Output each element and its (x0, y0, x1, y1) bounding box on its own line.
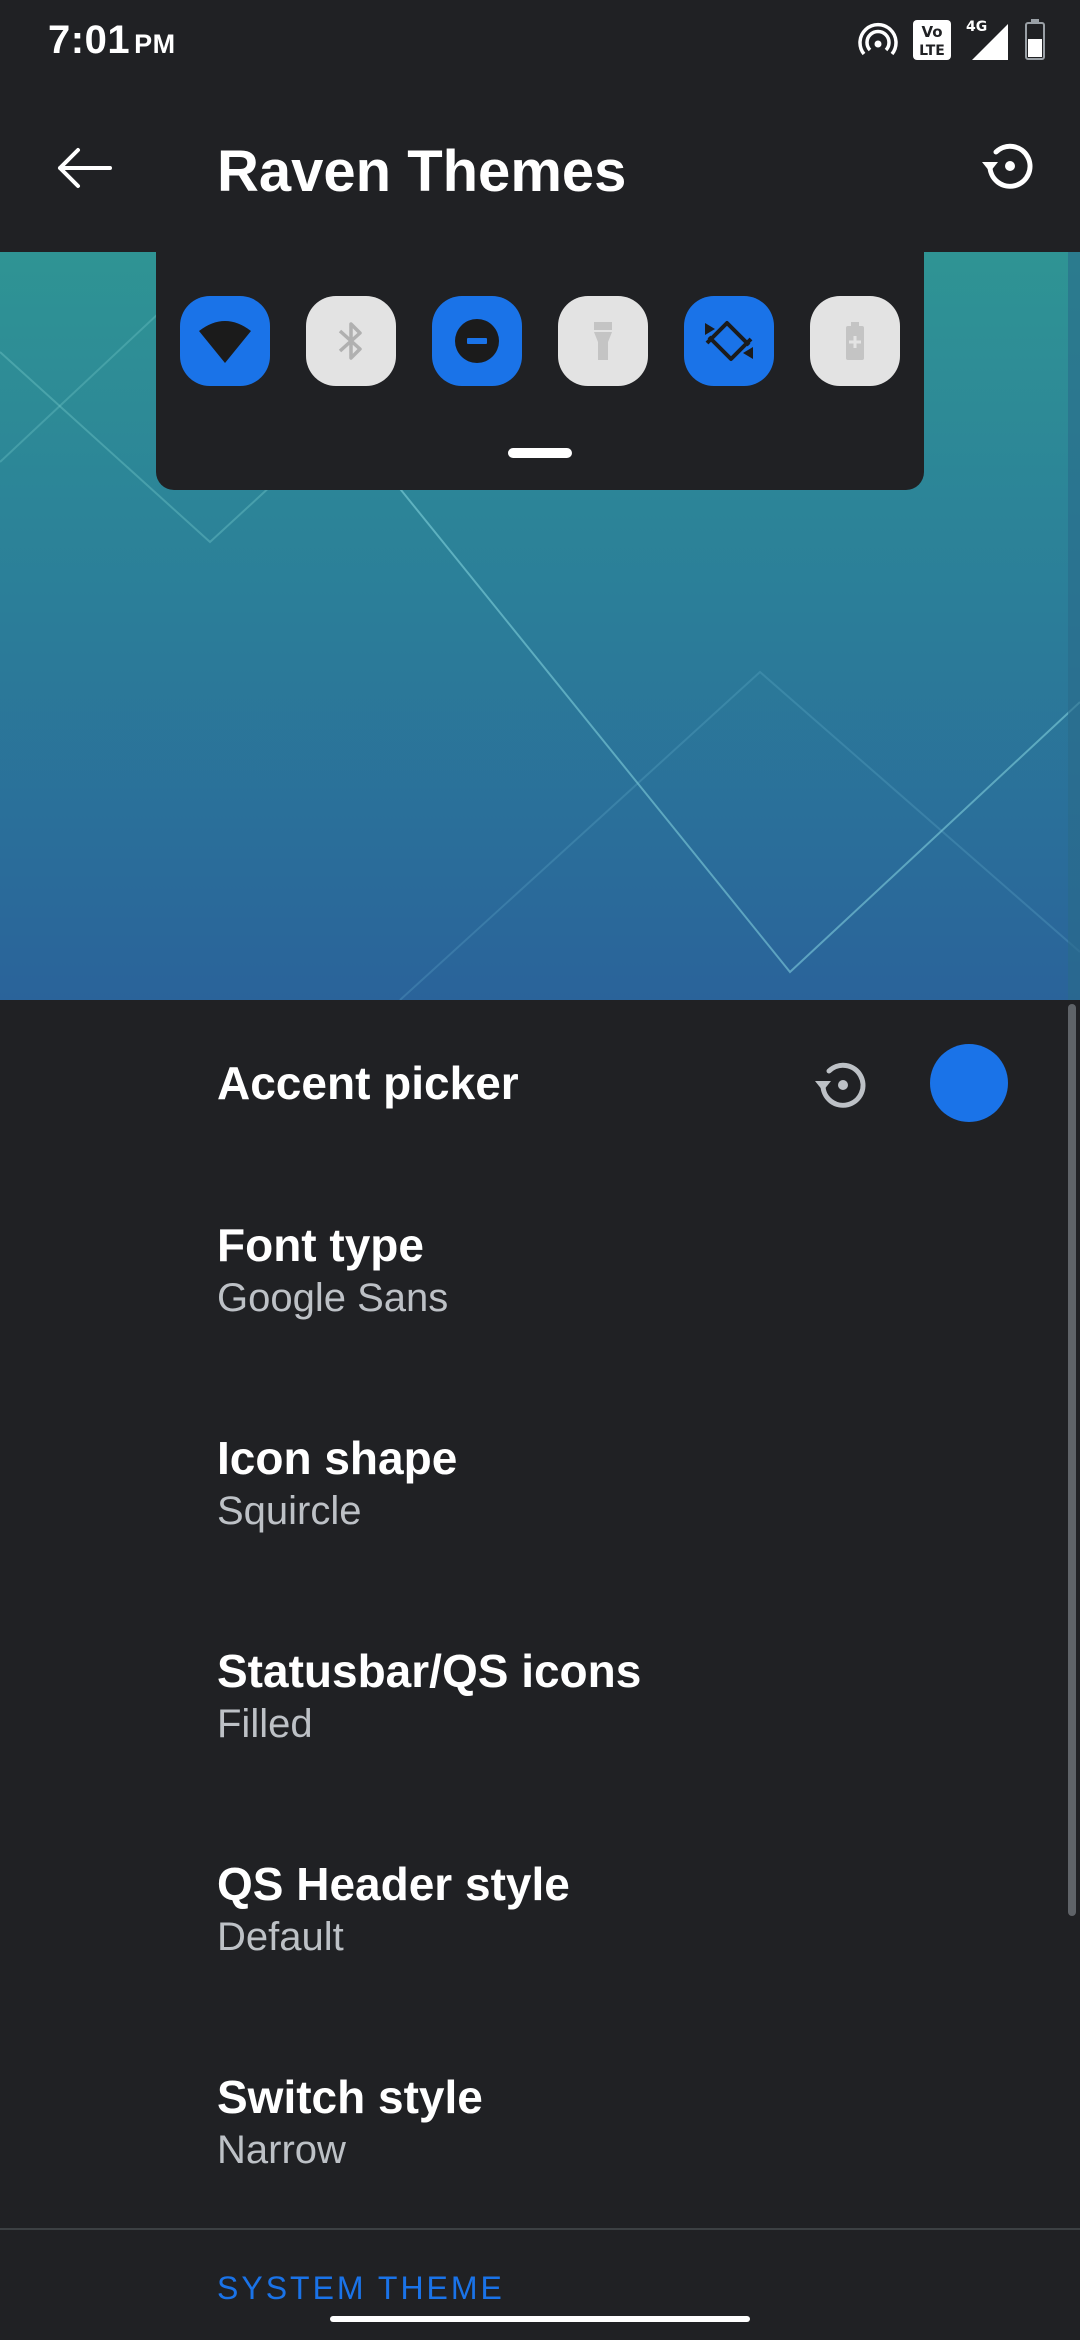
scrollbar[interactable] (1068, 1004, 1076, 1916)
section-divider (0, 2228, 1080, 2230)
setting-icon-shape[interactable]: Icon shape Squircle (0, 1379, 1080, 1592)
setting-title: Statusbar/QS icons (217, 1645, 642, 1697)
qs-tile-battery-saver (810, 296, 900, 386)
auto-rotate-icon (705, 321, 753, 361)
setting-title: Font type (217, 1219, 424, 1271)
gesture-nav-handle[interactable] (330, 2316, 750, 2322)
setting-value: Filled (217, 1702, 313, 1746)
setting-value: Google Sans (217, 1276, 449, 1320)
hotspot-icon (858, 20, 898, 60)
battery-saver-icon (846, 322, 864, 360)
setting-statusbar-qs-icons[interactable]: Statusbar/QS icons Filled (0, 1592, 1080, 1805)
qs-panel-preview (156, 252, 924, 490)
do-not-disturb-icon (455, 319, 499, 363)
setting-title: Switch style (217, 2071, 483, 2123)
flashlight-icon (594, 322, 612, 360)
qs-panel-handle (508, 448, 572, 458)
setting-value: Narrow (217, 2128, 346, 2172)
volte-icon: Vo LTE (912, 18, 952, 62)
signal-icon: 4G (966, 18, 1010, 62)
setting-switch-style[interactable]: Switch style Narrow (0, 2018, 1080, 2228)
setting-value: Squircle (217, 1489, 362, 1533)
battery-icon (1024, 19, 1046, 61)
setting-accent-picker[interactable]: Accent picker (0, 1000, 1080, 1166)
accent-color-swatch[interactable] (930, 1044, 1008, 1122)
restore-icon (815, 1062, 866, 1108)
qs-tile-rotate (684, 296, 774, 386)
status-time-value: 7:01 (48, 18, 131, 62)
accent-reset-button[interactable] (808, 1050, 878, 1120)
network-type-label: 4G (966, 19, 987, 35)
page-title: Raven Themes (217, 139, 627, 204)
app-toolbar: Raven Themes (0, 86, 1080, 252)
setting-title: Icon shape (217, 1432, 458, 1484)
settings-list: Accent picker Font type Google Sans Icon… (0, 1000, 1080, 2340)
qs-tile-bluetooth (306, 296, 396, 386)
back-button[interactable] (46, 130, 122, 206)
setting-qs-header-style[interactable]: QS Header style Default (0, 1805, 1080, 2018)
setting-value: Default (217, 1915, 344, 1959)
qs-tile-wifi (180, 296, 270, 386)
theme-preview (0, 252, 1080, 1000)
setting-title: QS Header style (217, 1858, 570, 1910)
status-time-ampm: PM (134, 29, 176, 59)
svg-text:LTE: LTE (919, 43, 945, 59)
setting-title: Accent picker (217, 1057, 519, 1109)
qs-tile-flashlight (558, 296, 648, 386)
bluetooth-icon (338, 322, 362, 360)
wifi-icon (199, 321, 251, 363)
qs-tile-dnd (432, 296, 522, 386)
arrow-back-icon (58, 148, 112, 188)
section-header-system-theme: SYSTEM THEME (217, 2270, 505, 2306)
svg-text:Vo: Vo (921, 23, 942, 41)
status-time: 7:01 PM (48, 18, 176, 63)
restore-icon (982, 143, 1033, 189)
status-bar: 7:01 PM Vo LTE 4G (0, 0, 1080, 86)
setting-font-type[interactable]: Font type Google Sans (0, 1166, 1080, 1379)
reset-all-button[interactable] (970, 126, 1050, 206)
status-icons: Vo LTE 4G (858, 18, 1046, 62)
